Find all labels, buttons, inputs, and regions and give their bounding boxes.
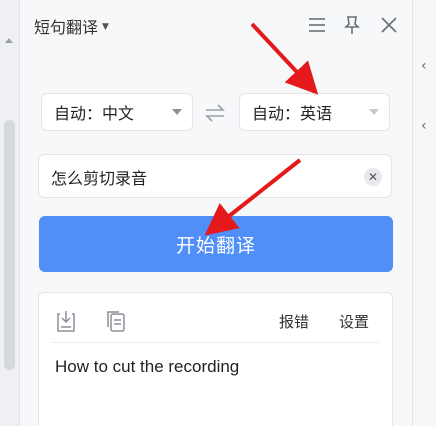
start-translate-button[interactable]: 开始翻译: [39, 216, 393, 272]
caret-down-icon: ▼: [102, 22, 109, 32]
translate-panel: 短句翻译 ▼ 自动：中文 自动：英语 ✕ 开始翻译 报错 设置 How to c…: [20, 0, 412, 426]
swap-languages-icon[interactable]: [203, 102, 227, 124]
panel-title: 短句翻译: [34, 18, 99, 37]
dropdown-arrow-icon: [369, 109, 379, 115]
menu-icon[interactable]: [306, 14, 328, 36]
close-icon[interactable]: [378, 14, 400, 36]
partial-glyph: ‹: [421, 118, 427, 134]
panel-title-dropdown[interactable]: 短句翻译 ▼: [34, 14, 109, 38]
settings-link[interactable]: 设置: [339, 311, 369, 332]
target-language-value: 自动：英语: [252, 104, 333, 123]
source-language-select[interactable]: 自动：中文: [41, 93, 193, 131]
partial-glyph: ‹: [421, 58, 427, 74]
source-text-input[interactable]: [51, 165, 351, 189]
pin-icon[interactable]: [341, 14, 363, 36]
source-text-field[interactable]: ✕: [38, 154, 392, 198]
clear-icon[interactable]: ✕: [364, 168, 382, 186]
right-background-pane: ‹ ‹: [412, 0, 436, 426]
left-scrollbar[interactable]: [0, 0, 20, 426]
target-language-select[interactable]: 自动：英语: [239, 93, 390, 131]
dropdown-arrow-icon: [172, 109, 182, 115]
divider: [51, 342, 380, 343]
report-error-link[interactable]: 报错: [279, 311, 309, 332]
scroll-up-icon[interactable]: [5, 38, 13, 43]
copy-icon[interactable]: [105, 309, 127, 333]
scrollbar-thumb[interactable]: [4, 120, 15, 370]
translation-output: How to cut the recording: [55, 357, 240, 376]
source-language-value: 自动：中文: [54, 104, 135, 123]
translation-result-card: 报错 设置 How to cut the recording: [38, 292, 393, 426]
paste-to-input-icon[interactable]: [55, 309, 77, 333]
